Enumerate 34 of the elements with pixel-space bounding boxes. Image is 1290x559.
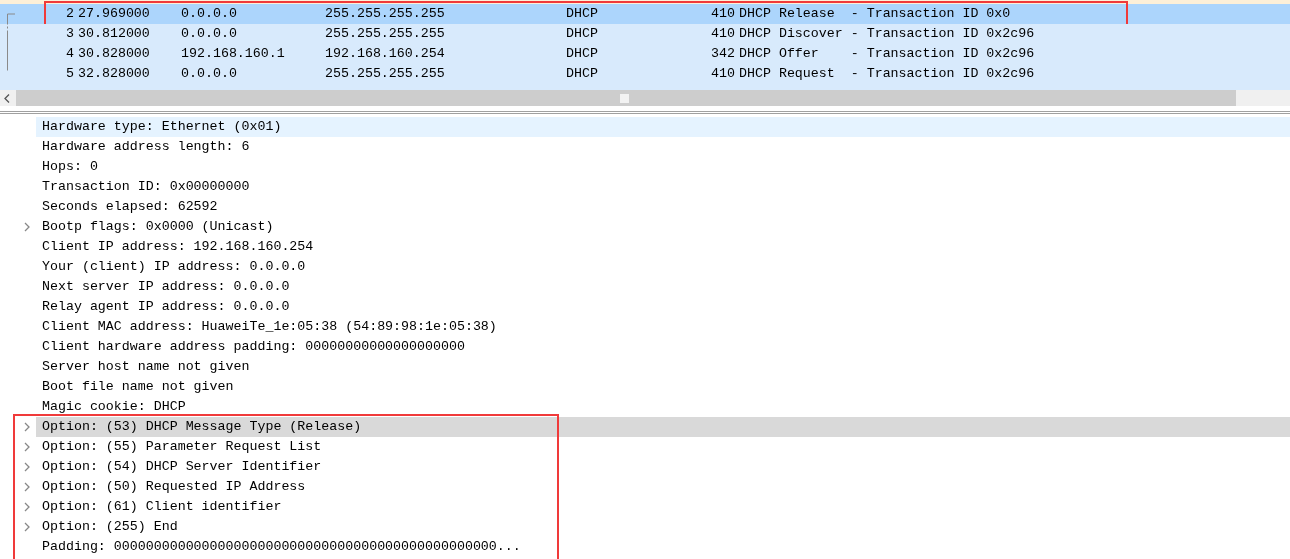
packet-info: DHCP Discover - Transaction ID 0x2c96 [739,25,1035,44]
packet-row[interactable]: 4 30.828000 192.168.160.1 192.168.160.254 DHCP 342 DHCP Offer - Transaction ID 0x2c96 [0,44,1290,64]
packet-length: 410 [710,25,735,44]
packet-time: 32.828000 [78,65,151,84]
packet-row[interactable]: 5 32.828000 0.0.0.0 255.255.255.255 DHCP 410 DHCP Request - Transaction ID 0x2c96 [0,64,1290,84]
packet-time: 27.969000 [78,5,151,24]
packet-source: 0.0.0.0 [181,5,238,24]
packet-number: 3 [65,25,74,44]
packet-info: DHCP Release - Transaction ID 0x0 [739,5,1011,24]
thumb-grip-icon [620,93,629,103]
packet-protocol: DHCP [566,5,599,24]
packet-source: 0.0.0.0 [181,65,238,84]
packet-destination: 255.255.255.255 [325,25,446,44]
packet-length: 410 [710,5,735,24]
packet-number: 4 [65,45,74,64]
packet-time: 30.828000 [78,45,151,64]
packet-number: 2 [65,5,74,24]
packet-number: 5 [65,65,74,84]
packet-destination: 192.168.160.254 [325,45,446,64]
packet-time: 30.812000 [78,25,151,44]
packet-length: 342 [710,45,735,64]
packet-row[interactable]: 2 27.969000 0.0.0.0 255.255.255.255 DHCP 410 DHCP Release - Transaction ID 0x0 [0,4,1290,24]
packet-destination: 255.255.255.255 [325,65,446,84]
packet-info: DHCP Offer - Transaction ID 0x2c96 [739,45,1035,64]
packet-protocol: DHCP [566,65,599,84]
expand-chevron-icon[interactable] [24,222,30,232]
packet-protocol: DHCP [566,45,599,64]
packet-destination: 255.255.255.255 [325,5,446,24]
packet-source: 0.0.0.0 [181,25,238,44]
packet-row[interactable]: 3 30.812000 0.0.0.0 255.255.255.255 DHCP 410 DHCP Discover - Transaction ID 0x2c96 [0,24,1290,44]
packet-length: 410 [710,65,735,84]
packet-source: 192.168.160.1 [181,45,286,64]
packet-info: DHCP Request - Transaction ID 0x2c96 [739,65,1035,84]
packet-protocol: DHCP [566,25,599,44]
